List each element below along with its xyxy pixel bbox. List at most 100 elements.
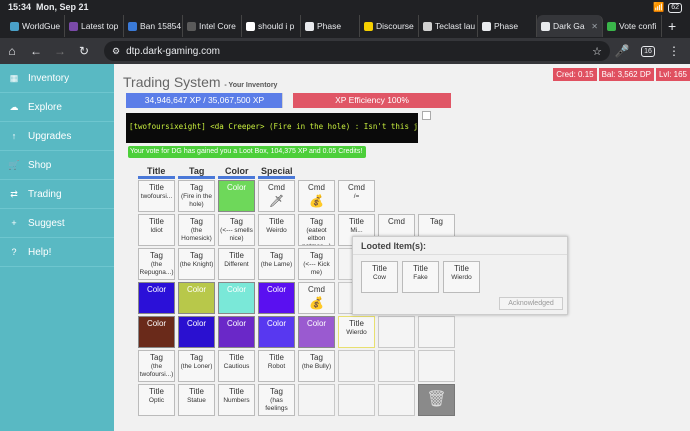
inventory-item-title[interactable]: Title Statue [178, 384, 215, 416]
inventory-slot-empty[interactable] [298, 384, 335, 416]
new-tab-icon[interactable]: + [668, 18, 676, 34]
looted-item[interactable]: Title Fake [402, 261, 439, 293]
close-tab-icon[interactable]: ✕ [591, 22, 598, 31]
url-text: dtp.dark-gaming.com [126, 45, 221, 57]
inventory-item-title[interactable]: Title Wierdo [338, 316, 375, 348]
inventory-slot-empty[interactable] [378, 350, 415, 382]
looted-item[interactable]: Title Wierdo [443, 261, 480, 293]
inventory-item-tag[interactable]: Tag (the twofoursi...) [138, 350, 175, 382]
browser-tab[interactable]: Dark Ga ✕ [537, 15, 603, 37]
inventory-item-title[interactable]: Title Numbers [218, 384, 255, 416]
inventory-item-color[interactable]: Color [258, 282, 295, 314]
menu-icon[interactable]: ⋮ [662, 40, 686, 62]
microphone-icon[interactable]: 🎤 [610, 40, 634, 62]
inventory-item-color[interactable]: Color [178, 282, 215, 314]
inventory-item-color[interactable]: Color [138, 316, 175, 348]
inventory-item-color[interactable]: Color [218, 316, 255, 348]
inventory-item-tag[interactable]: Tag (Fire in the hole) [178, 180, 215, 212]
inventory-item-title[interactable]: Title Different [218, 248, 255, 280]
browser-tab[interactable]: Phase [301, 15, 360, 37]
inventory-item-tag[interactable]: Tag (the Knight) [178, 248, 215, 280]
sidebar-icon: + [11, 218, 17, 228]
inventory-item-tag[interactable]: Tag(eateot eltbon natmos...) [298, 214, 335, 246]
sidebar-item-suggest[interactable]: + Suggest [0, 209, 114, 238]
bookmark-star-icon[interactable]: ☆ [592, 45, 602, 58]
inventory-slot-empty[interactable] [418, 350, 455, 382]
sidebar-item-upgrades[interactable]: ↑ Upgrades [0, 122, 114, 151]
inventory-slot-empty[interactable] [338, 384, 375, 416]
looted-item[interactable]: Title Cow [361, 261, 398, 293]
sidebar-item-explore[interactable]: ☁ Explore [0, 93, 114, 122]
forward-icon[interactable]: → [48, 40, 72, 62]
item-name: Different [224, 261, 249, 268]
column-header-special: Special [261, 166, 293, 176]
inventory-item-cmd[interactable]: Cmd/= [338, 180, 375, 212]
inventory-item-tag[interactable]: Tag (the Loner) [178, 350, 215, 382]
browser-tab[interactable]: should i p [242, 15, 301, 37]
inventory-item-color[interactable]: Color [258, 316, 295, 348]
item-name: (Fire in the hole) [180, 193, 213, 208]
inventory-item-title[interactable]: Title Weirdo [258, 214, 295, 246]
inventory-item-title[interactable]: Title Robot [258, 350, 295, 382]
sidebar-item-help[interactable]: ? Help! [0, 238, 114, 267]
inventory-item-title[interactable]: Title Optic [138, 384, 175, 416]
item-name: Optic [148, 397, 165, 404]
sidebar-item-shop[interactable]: 🛒 Shop [0, 151, 114, 180]
inventory-item-title[interactable]: Title Cautious [218, 350, 255, 382]
tab-label: Intel Core [199, 21, 236, 31]
address-bar[interactable]: ⚙ dtp.dark-gaming.com ☆ [104, 41, 610, 61]
home-icon[interactable]: ⌂ [0, 40, 24, 62]
sidebar-icon: ⇄ [10, 188, 18, 199]
browser-tab[interactable]: Discourse [360, 15, 419, 37]
browser-tab[interactable]: Teclast lau [419, 15, 478, 37]
inventory-item-tag[interactable]: Tag (the Homesick) [178, 214, 215, 246]
main-content: Trading System - Your Inventory Cred: 0.… [114, 64, 690, 431]
item-type: Title [372, 264, 387, 273]
browser-tab[interactable]: Phase [478, 15, 537, 37]
inventory-item-cmd[interactable]: Cmd 💰 [298, 180, 335, 212]
browser-tab[interactable]: WorldGue [6, 15, 65, 37]
inventory-item-color[interactable]: Color [298, 316, 335, 348]
inventory-item-title[interactable]: Title Idiot [138, 214, 175, 246]
sidebar-item-inventory[interactable]: ▦ Inventory [0, 64, 114, 93]
sidebar-item-trading[interactable]: ⇄ Trading [0, 180, 114, 209]
inventory-slot-empty[interactable] [338, 350, 375, 382]
item-type: Title [229, 353, 244, 362]
inventory-item-title[interactable]: Title twofoursi... [138, 180, 175, 212]
browser-tab[interactable]: Vote confi [603, 15, 662, 37]
inventory-item-tag[interactable]: Tag (the Bully) [298, 350, 335, 382]
item-name: twofoursi... [140, 193, 173, 200]
item-type: Title [269, 353, 284, 362]
inventory-item-tag[interactable]: Tag (has feelings [258, 384, 295, 416]
acknowledged-button[interactable]: Acknowledged [499, 297, 563, 310]
inventory-item-tag[interactable]: Tag (<--- smells nice) [218, 214, 255, 246]
inventory-item-color[interactable]: Color [178, 316, 215, 348]
trash-icon[interactable]: 🗑 [418, 384, 455, 416]
tab-switcher-button[interactable]: 16 [636, 40, 660, 62]
inventory-slot-empty[interactable] [418, 316, 455, 348]
inventory-item-color[interactable]: Color [218, 180, 255, 212]
inventory-slot-empty[interactable] [378, 384, 415, 416]
inventory-item-color[interactable]: Color [218, 282, 255, 314]
browser-tab[interactable]: Intel Core [183, 15, 242, 37]
browser-tab[interactable]: Ban 15854 [124, 15, 183, 37]
item-type: Color [266, 285, 287, 294]
back-icon[interactable]: ← [24, 40, 48, 62]
item-type: Title [229, 387, 244, 396]
browser-toolbar: ⌂ ← → ↻ ⚙ dtp.dark-gaming.com ☆ 🎤 16 ⋮ [0, 38, 690, 64]
column-bar-tag [178, 176, 215, 179]
reload-icon[interactable]: ↻ [72, 40, 96, 62]
inventory-item-tag[interactable]: Tag (the Repugna...) [138, 248, 175, 280]
inventory-item-tag[interactable]: Tag (<--- Kick me) [298, 248, 335, 280]
browser-tab[interactable]: Latest top [65, 15, 124, 37]
inventory-item-color[interactable]: Color [138, 282, 175, 314]
site-info-icon[interactable]: ⚙ [112, 46, 120, 57]
item-type: Color [186, 319, 207, 328]
item-name: (<--- Kick me) [303, 261, 330, 276]
inventory-item-cmd[interactable]: Cmd 🗡 [258, 180, 295, 212]
item-type: Color [226, 319, 247, 328]
item-type: Cmd [388, 217, 405, 226]
inventory-item-tag[interactable]: Tag (the Lame) [258, 248, 295, 280]
inventory-slot-empty[interactable] [378, 316, 415, 348]
inventory-item-cmd[interactable]: Cmd 💰 [298, 282, 335, 314]
